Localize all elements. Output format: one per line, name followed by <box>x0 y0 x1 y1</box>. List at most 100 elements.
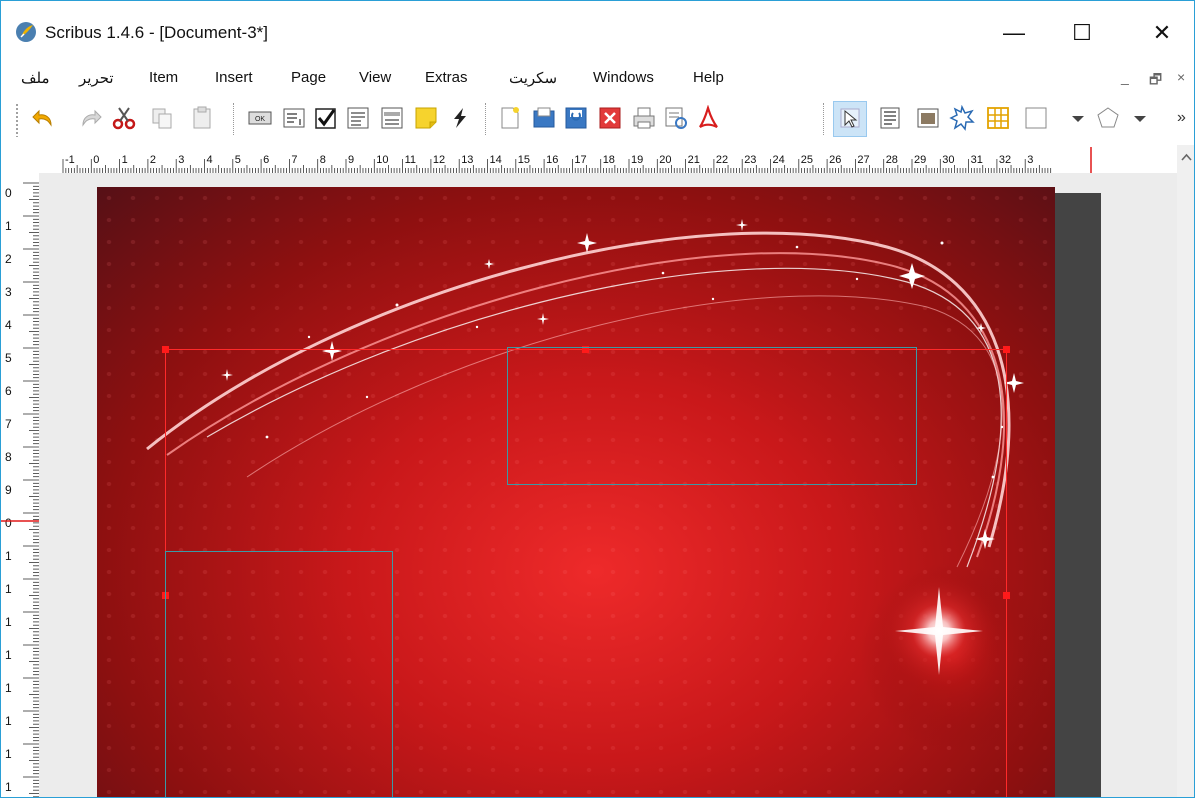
table-icon[interactable] <box>985 105 1011 131</box>
ruler-label: 12 <box>433 154 445 166</box>
ruler-label: 0 <box>93 154 99 166</box>
ruler-label: 1 <box>5 582 12 596</box>
ruler-label: 11 <box>405 154 416 166</box>
mdi-close-button[interactable]: × <box>1177 69 1185 85</box>
ruler-label: 30 <box>942 154 954 166</box>
ruler-label: 3 <box>1027 154 1033 166</box>
chevron-down-icon[interactable] <box>1065 105 1091 131</box>
ruler-label: 19 <box>631 154 643 166</box>
menu-file[interactable]: ملف <box>21 69 50 87</box>
text-frame-icon[interactable] <box>877 105 903 131</box>
image-frame-icon[interactable] <box>915 105 941 131</box>
menu-page[interactable]: Page <box>291 69 326 86</box>
menu-edit[interactable]: تحرير <box>79 69 114 87</box>
text-frame-top[interactable] <box>507 347 917 485</box>
menu-insert[interactable]: Insert <box>215 69 253 86</box>
frame-handle[interactable] <box>162 346 169 353</box>
ruler-label: 1 <box>5 714 12 728</box>
save-document-icon[interactable] <box>563 105 589 131</box>
menu-view[interactable]: View <box>359 69 391 86</box>
ruler-label: -1 <box>65 154 75 166</box>
vertical-scrollbar[interactable] <box>1177 145 1194 797</box>
toolbar-separator <box>485 103 487 135</box>
ruler-label: 1 <box>5 648 12 662</box>
menu-item[interactable]: Item <box>149 69 178 86</box>
frame-handle[interactable] <box>1003 592 1010 599</box>
ruler-label: 7 <box>5 417 12 431</box>
ruler-label: 21 <box>688 154 700 166</box>
frame-handle[interactable] <box>1003 346 1010 353</box>
open-document-icon[interactable] <box>531 105 557 131</box>
ruler-label: 4 <box>5 318 12 332</box>
ruler-label: 20 <box>659 154 671 166</box>
preflight-verifier-icon[interactable] <box>663 105 689 131</box>
toolbar-separator <box>233 103 235 135</box>
pdf-combo-box-icon[interactable] <box>345 105 371 131</box>
ruler-label: 27 <box>857 154 869 166</box>
polygon-icon[interactable] <box>1095 105 1121 131</box>
mdi-restore-button[interactable]: 🗗 <box>1149 69 1162 93</box>
chevron-down-icon[interactable] <box>1127 105 1153 131</box>
ruler-label: 1 <box>5 780 12 794</box>
menu-windows[interactable]: Windows <box>593 69 654 86</box>
export-pdf-icon[interactable] <box>695 105 721 131</box>
menu-extras[interactable]: Extras <box>425 69 468 86</box>
ruler-label: 4 <box>207 154 213 166</box>
title-bar: Scribus 1.4.6 - [Document-3*] — ☐ ✕ <box>1 1 1194 61</box>
undo-icon[interactable] <box>31 105 57 131</box>
minimize-button[interactable]: — <box>991 17 1037 49</box>
ruler-label: 28 <box>886 154 898 166</box>
ruler-label: 6 <box>263 154 269 166</box>
close-document-icon[interactable] <box>597 105 623 131</box>
ruler-label: 5 <box>235 154 241 166</box>
select-item-icon[interactable] <box>837 105 863 131</box>
paste-icon[interactable] <box>189 105 215 131</box>
ruler-label: 24 <box>773 154 785 166</box>
menu-help[interactable]: Help <box>693 69 724 86</box>
ruler-label: 1 <box>5 681 12 695</box>
menu-script[interactable]: سكريت <box>509 69 557 87</box>
pdf-text-field-icon[interactable] <box>281 105 307 131</box>
ruler-label: 17 <box>574 154 586 166</box>
toolbar-overflow-button[interactable]: » <box>1177 109 1186 127</box>
print-icon[interactable] <box>631 105 657 131</box>
ruler-label: 6 <box>5 384 12 398</box>
shape-icon[interactable] <box>1023 105 1049 131</box>
horizontal-ruler[interactable]: -1 0 1 2 3 4 5 6 7 8 9 10 11 12 13 14 15 16 17 18 19 20 21 22 23… <box>1 145 1177 174</box>
ruler-label: 1 <box>5 219 12 233</box>
toolbar-separator <box>823 103 825 135</box>
ruler-label: 0 <box>5 516 12 530</box>
text-frame-left[interactable] <box>165 551 393 797</box>
toolbar-grip[interactable] <box>15 103 19 137</box>
scribus-logo-icon <box>16 22 36 42</box>
document-page[interactable] <box>97 187 1055 797</box>
pdf-push-button-icon[interactable]: OK <box>247 105 273 131</box>
scribus-window: Scribus 1.4.6 - [Document-3*] — ☐ ✕ ملف … <box>0 0 1195 798</box>
ruler-label: 3 <box>5 285 12 299</box>
ruler-label: 1 <box>5 549 12 563</box>
ruler-label: 18 <box>603 154 615 166</box>
close-button[interactable]: ✕ <box>1139 17 1185 49</box>
link-annotation-icon[interactable] <box>447 105 473 131</box>
pdf-list-box-icon[interactable] <box>379 105 405 131</box>
redo-icon[interactable] <box>77 105 103 131</box>
main-toolbar: OK » <box>1 95 1194 145</box>
ruler-label: 10 <box>376 154 388 166</box>
pdf-checkbox-icon[interactable] <box>313 105 339 131</box>
render-frame-icon[interactable] <box>949 105 975 131</box>
menu-bar: ملف تحرير Item Insert Page View Extras س… <box>1 63 1194 93</box>
text-annotation-icon[interactable] <box>413 105 439 131</box>
mdi-minimize-button[interactable]: _ <box>1121 69 1129 85</box>
vertical-ruler[interactable]: 0 1 2 3 4 5 6 7 8 9 0 1 1 1 1 1 1 1 1 <box>1 173 40 798</box>
scroll-up-icon[interactable] <box>1177 149 1195 165</box>
ruler-label: 15 <box>518 154 530 166</box>
copy-icon[interactable] <box>149 105 175 131</box>
svg-text:OK: OK <box>255 116 265 123</box>
cut-icon[interactable] <box>111 105 137 131</box>
ruler-label: 1 <box>5 615 12 629</box>
ruler-label: 9 <box>348 154 354 166</box>
maximize-button[interactable]: ☐ <box>1059 17 1105 49</box>
document-canvas[interactable] <box>39 173 1177 797</box>
window-title: Scribus 1.4.6 - [Document-3*] <box>45 23 268 42</box>
new-document-icon[interactable] <box>497 105 523 131</box>
